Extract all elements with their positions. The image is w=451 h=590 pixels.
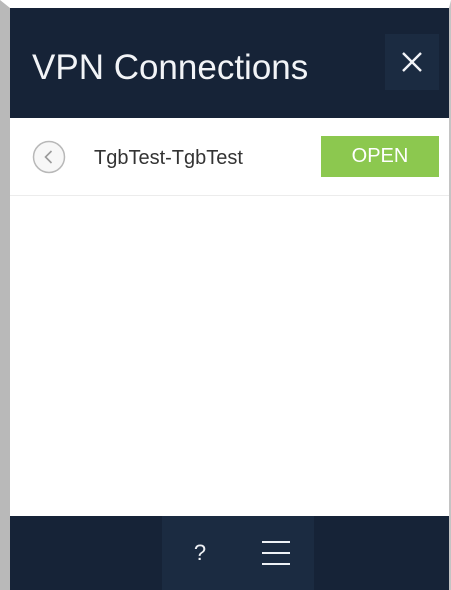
page-title: VPN Connections xyxy=(32,48,309,87)
help-button[interactable]: ? xyxy=(162,516,238,590)
header-bar: VPN Connections xyxy=(10,8,449,118)
hamburger-menu-icon xyxy=(262,541,290,565)
connection-row[interactable]: TgbTest-TgbTest OPEN xyxy=(10,118,449,196)
connection-list-empty-area xyxy=(10,196,449,516)
open-button[interactable]: OPEN xyxy=(321,136,439,177)
close-icon xyxy=(402,52,422,72)
close-button[interactable] xyxy=(385,34,439,90)
menu-button[interactable] xyxy=(238,516,314,590)
vpn-window: VPN Connections TgbTest-TgbTest OPEN ? xyxy=(0,0,451,590)
footer-bar: ? xyxy=(10,516,449,590)
chevron-left-icon xyxy=(32,140,66,174)
connection-name: TgbTest-TgbTest xyxy=(94,147,243,169)
back-button[interactable] xyxy=(32,140,66,174)
